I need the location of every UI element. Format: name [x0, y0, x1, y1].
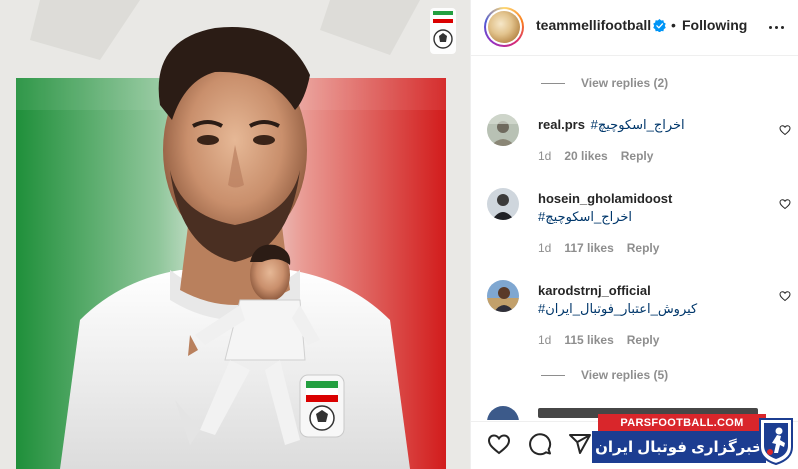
account-avatar[interactable]	[484, 7, 524, 47]
comment-reply-button[interactable]: Reply	[627, 241, 660, 255]
watermark-title: خبرگزاری فوتبال ایران	[592, 431, 766, 463]
comment-hashtag[interactable]: #اخراج_اسکوچیچ	[591, 117, 685, 132]
comment-username[interactable]: real.prs #اخراج_اسکوچیچ	[538, 117, 685, 133]
comment-reply-button[interactable]: Reply	[621, 149, 654, 163]
comment-item: real.prs #اخراج_اسکوچیچ 1d 20 likes Repl…	[487, 114, 791, 174]
heart-icon[interactable]	[779, 198, 791, 210]
comment-time: 1d	[538, 149, 552, 163]
comment-username[interactable]: hosein_gholamidoost	[538, 191, 672, 206]
comment-item: hosein_gholamidoost #اخراج_اسکوچیچ 1d 11…	[487, 188, 791, 258]
comment-hashtag[interactable]: #اخراج_اسکوچیچ	[538, 209, 632, 224]
view-replies-button[interactable]: View replies (5)	[541, 368, 668, 382]
commenter-avatar[interactable]	[487, 188, 519, 220]
header-separator: •	[671, 17, 676, 33]
heart-icon[interactable]	[779, 124, 791, 136]
view-replies-label: View replies (5)	[581, 368, 669, 382]
following-button[interactable]: Following	[682, 17, 747, 33]
comments-panel: teammellifootball • Following View repli…	[470, 0, 798, 469]
view-replies-label: View replies (2)	[581, 76, 669, 90]
comment-likes[interactable]: 20 likes	[564, 149, 607, 163]
watermark-logo-icon	[759, 418, 793, 465]
comment-reply-button[interactable]: Reply	[627, 333, 660, 347]
comment-meta: 1d 20 likes Reply	[538, 149, 653, 163]
watermark-site: PARSFOOTBALL.COM	[598, 414, 766, 431]
comment-item: karodstrnj_official #کیروش_اعتبار_فوتبال…	[487, 280, 791, 350]
view-replies-button[interactable]: View replies (2)	[541, 76, 668, 90]
comment-likes[interactable]: 115 likes	[564, 333, 613, 347]
federation-logo-icon	[430, 8, 456, 54]
comment-likes[interactable]: 117 likes	[564, 241, 613, 255]
post-header: teammellifootball • Following	[471, 0, 798, 56]
comment-meta: 1d 117 likes Reply	[538, 241, 659, 255]
player-poster-illustration	[0, 0, 470, 469]
share-icon[interactable]	[568, 432, 592, 456]
heart-icon[interactable]	[779, 290, 791, 302]
commenter-avatar[interactable]	[487, 280, 519, 312]
site-watermark: PARSFOOTBALL.COM خبرگزاری فوتبال ایران	[592, 414, 798, 469]
comment-time: 1d	[538, 333, 552, 347]
account-username[interactable]: teammellifootball	[536, 17, 651, 33]
comment-icon[interactable]	[528, 432, 552, 456]
post-image[interactable]	[0, 0, 470, 469]
comment-time: 1d	[538, 241, 552, 255]
heart-icon[interactable]	[487, 432, 511, 456]
comment-meta: 1d 115 likes Reply	[538, 333, 659, 347]
more-options-icon[interactable]	[769, 18, 787, 36]
comment-hashtag[interactable]: #کیروش_اعتبار_فوتبال_ایران	[538, 301, 697, 316]
verified-badge-icon	[653, 19, 666, 32]
comment-username[interactable]: karodstrnj_official	[538, 283, 651, 298]
commenter-avatar[interactable]	[487, 114, 519, 146]
